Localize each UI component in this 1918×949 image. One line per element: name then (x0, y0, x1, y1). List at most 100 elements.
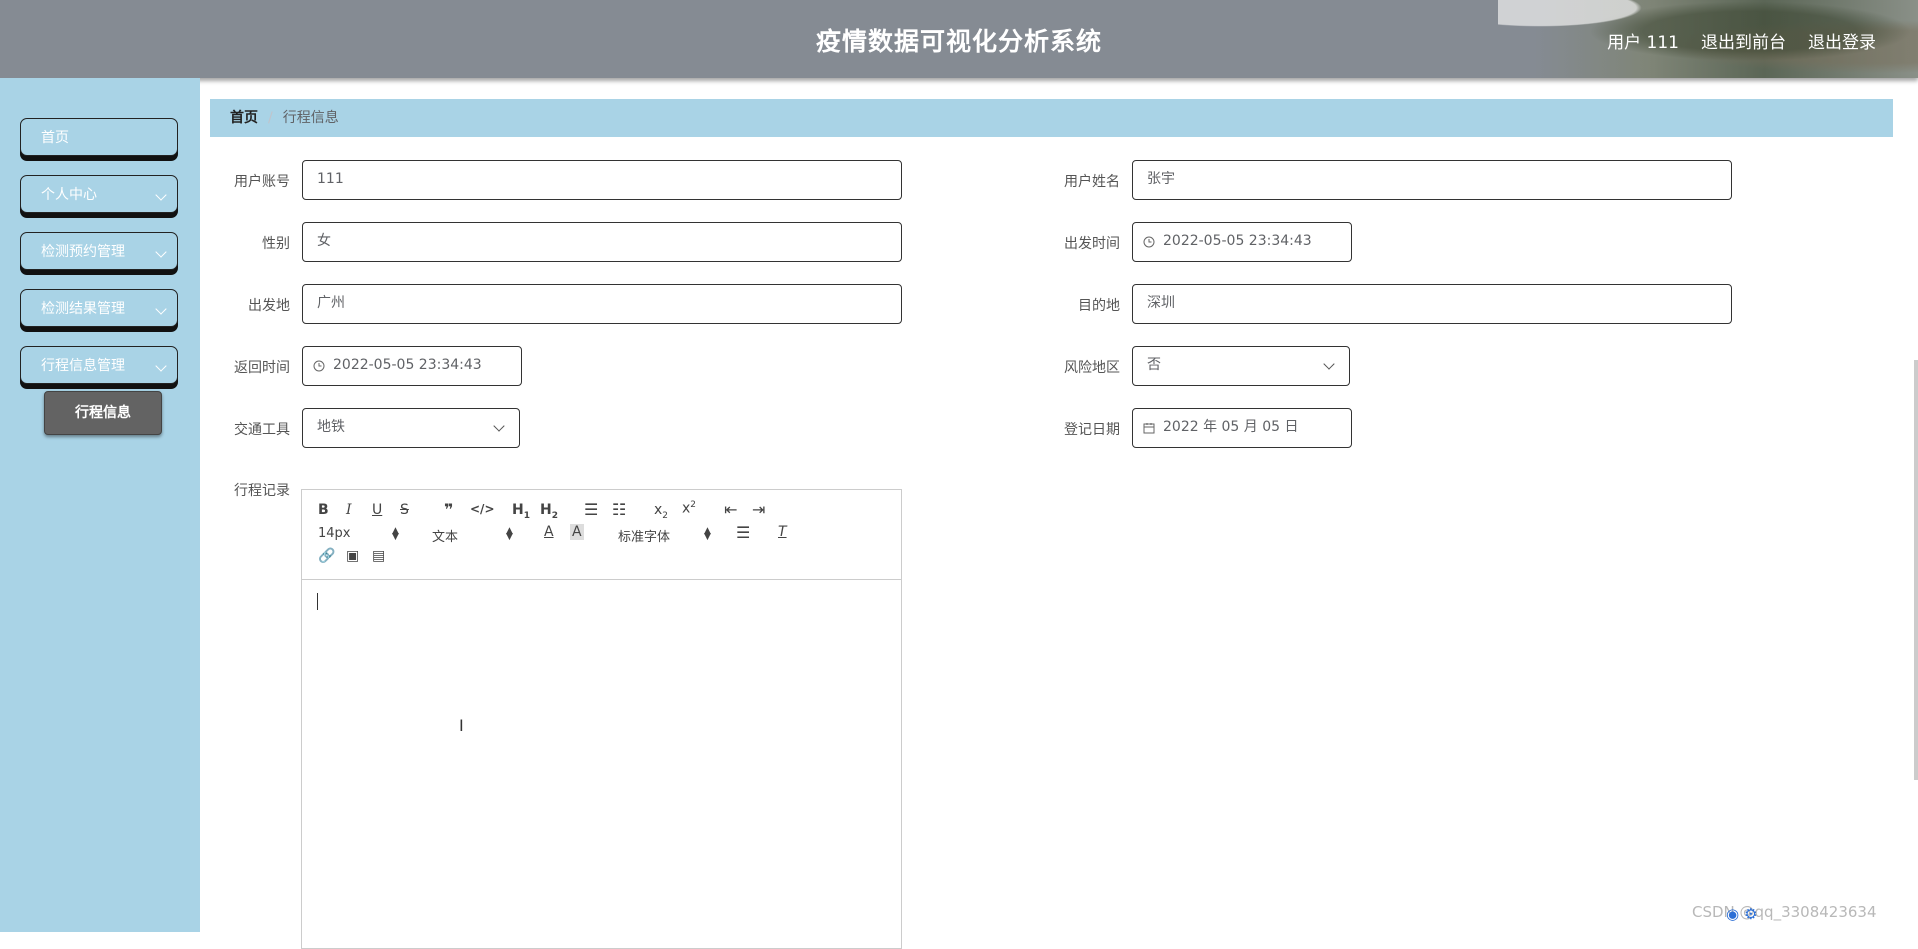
depart-time-label: 出发时间 (1064, 236, 1120, 252)
account-field[interactable]: 111 (302, 160, 902, 200)
name-label: 用户姓名 (1064, 174, 1120, 190)
sidebar-item-label: 个人中心 (41, 187, 97, 203)
header-type-value: 文本 (432, 530, 459, 545)
origin-field[interactable]: 广州 (302, 284, 902, 324)
font-size-value: 14px (318, 526, 351, 541)
chevron-down-icon (155, 360, 167, 372)
sidebar-item-test-result[interactable]: 检测结果管理 (20, 289, 178, 327)
risk-area-select[interactable]: 否 (1132, 346, 1350, 386)
superscript-icon[interactable]: x2 (682, 500, 696, 517)
sidebar-item-label: 行程信息管理 (41, 358, 125, 374)
scrollbar[interactable] (1914, 360, 1918, 780)
sidebar-item-test-appointment[interactable]: 检测预约管理 (20, 232, 178, 270)
chevron-down-icon (155, 303, 167, 315)
risk-area-value: 否 (1147, 357, 1161, 373)
clock-icon (313, 360, 325, 372)
header-type-select[interactable]: 文本 ▲ ▼ (432, 526, 518, 546)
transport-label: 交通工具 (234, 422, 290, 438)
font-family-value: 标准字体 (618, 530, 671, 545)
sidebar-item-label: 检测预约管理 (41, 244, 125, 260)
sidebar-item-label: 首页 (41, 130, 69, 146)
i-beam-cursor-icon: I (459, 716, 464, 735)
sidebar-item-home[interactable]: 首页 (20, 118, 178, 156)
risk-area-label: 风险地区 (1064, 360, 1120, 376)
link-icon[interactable]: 🔗 (318, 548, 335, 564)
code-icon[interactable]: </> (470, 502, 495, 516)
name-field[interactable]: 张宇 (1132, 160, 1732, 200)
top-header: 疫情数据可视化分析系统 用户 111 退出到前台 退出登录 (0, 0, 1918, 78)
user-label[interactable]: 用户 111 (1607, 28, 1679, 53)
record-label: 行程记录 (234, 483, 290, 499)
calendar-icon (1143, 423, 1155, 434)
return-time-picker[interactable]: 2022-05-05 23:34:43 (302, 346, 522, 386)
strikethrough-icon[interactable]: S (400, 502, 409, 518)
origin-value: 广州 (317, 295, 345, 311)
sidebar-item-trip-management[interactable]: 行程信息管理 (20, 346, 178, 384)
chevron-down-icon (155, 246, 167, 258)
italic-icon[interactable]: I (346, 502, 352, 518)
rich-text-editor: B I U S ❞ </> H1 H2 ☰ ☷ x2 x2 ⇤ ⇥ 14px ▲… (301, 489, 902, 949)
breadcrumb-separator: / (268, 110, 273, 126)
underline-icon[interactable]: U (372, 502, 382, 518)
back-to-front-link[interactable]: 退出到前台 (1701, 28, 1786, 53)
font-color-icon[interactable]: A (544, 524, 554, 540)
depart-time-picker[interactable]: 2022-05-05 23:34:43 (1132, 222, 1352, 262)
account-label: 用户账号 (234, 174, 290, 190)
breadcrumb: 首页 / 行程信息 (210, 99, 1893, 137)
image-icon[interactable]: ▣ (346, 548, 359, 564)
outdent-icon[interactable]: ⇤ (724, 500, 737, 519)
destination-field[interactable]: 深圳 (1132, 284, 1732, 324)
transport-select[interactable]: 地铁 (302, 408, 520, 448)
destination-label: 目的地 (1078, 298, 1120, 314)
account-value: 111 (317, 171, 344, 187)
gender-value: 女 (317, 233, 331, 249)
indent-icon[interactable]: ⇥ (752, 500, 765, 519)
heading2-icon[interactable]: H2 (540, 502, 558, 521)
blockquote-icon[interactable]: ❞ (444, 500, 453, 519)
breadcrumb-current: 行程信息 (282, 110, 339, 126)
sort-arrows-icon: ▲ ▼ (506, 526, 513, 542)
unordered-list-icon[interactable]: ☷ (612, 500, 626, 519)
gender-field[interactable]: 女 (302, 222, 902, 262)
return-time-label: 返回时间 (234, 360, 290, 376)
watermark: CSDN @qq_3308423634 (1692, 903, 1877, 921)
logout-link[interactable]: 退出登录 (1808, 28, 1876, 53)
destination-value: 深圳 (1147, 295, 1175, 311)
subscript-icon[interactable]: x2 (654, 502, 668, 521)
register-date-value: 2022 年 05 月 05 日 (1163, 419, 1299, 435)
breadcrumb-home[interactable]: 首页 (230, 110, 258, 126)
register-date-picker[interactable]: 2022 年 05 月 05 日 (1132, 408, 1352, 448)
ime-icon[interactable]: ◉ (1726, 905, 1739, 923)
sidebar: 首页 个人中心 检测预约管理 检测结果管理 行程信息管理 (0, 78, 200, 932)
editor-content-area[interactable] (302, 580, 901, 948)
background-color-icon[interactable]: A (570, 524, 584, 540)
name-value: 张宇 (1147, 171, 1175, 187)
clear-format-icon[interactable]: T (778, 524, 787, 540)
settings-icon[interactable]: ⚙ (1744, 905, 1757, 923)
chevron-down-icon (155, 189, 167, 201)
register-date-label: 登记日期 (1064, 422, 1120, 438)
font-size-select[interactable]: 14px ▲ ▼ (318, 526, 404, 542)
sidebar-item-label: 检测结果管理 (41, 301, 125, 317)
chevron-down-icon (1323, 358, 1335, 370)
sort-arrows-icon: ▲ ▼ (704, 526, 711, 542)
gender-label: 性别 (262, 236, 290, 252)
align-icon[interactable]: ☰ (736, 523, 750, 542)
origin-label: 出发地 (248, 298, 290, 314)
transport-value: 地铁 (317, 419, 345, 435)
sidebar-item-personal-center[interactable]: 个人中心 (20, 175, 178, 213)
ordered-list-icon[interactable]: ☰ (584, 500, 598, 519)
text-cursor (317, 593, 318, 610)
clock-icon (1143, 236, 1155, 248)
font-family-select[interactable]: 标准字体 ▲ ▼ (618, 526, 714, 546)
video-icon[interactable]: ▤ (372, 548, 385, 564)
header-nav: 用户 111 退出到前台 退出登录 (1607, 28, 1876, 53)
editor-toolbar: B I U S ❞ </> H1 H2 ☰ ☷ x2 x2 ⇤ ⇥ 14px ▲… (302, 490, 901, 580)
sidebar-subitem-trip-info[interactable]: 行程信息 (44, 391, 162, 435)
heading1-icon[interactable]: H1 (512, 502, 530, 521)
system-tray: ◉ ⚙ (1726, 905, 1758, 923)
chevron-down-icon (493, 420, 505, 432)
sort-arrows-icon: ▲ ▼ (392, 526, 399, 542)
return-time-value: 2022-05-05 23:34:43 (333, 357, 482, 373)
bold-icon[interactable]: B (318, 502, 329, 518)
